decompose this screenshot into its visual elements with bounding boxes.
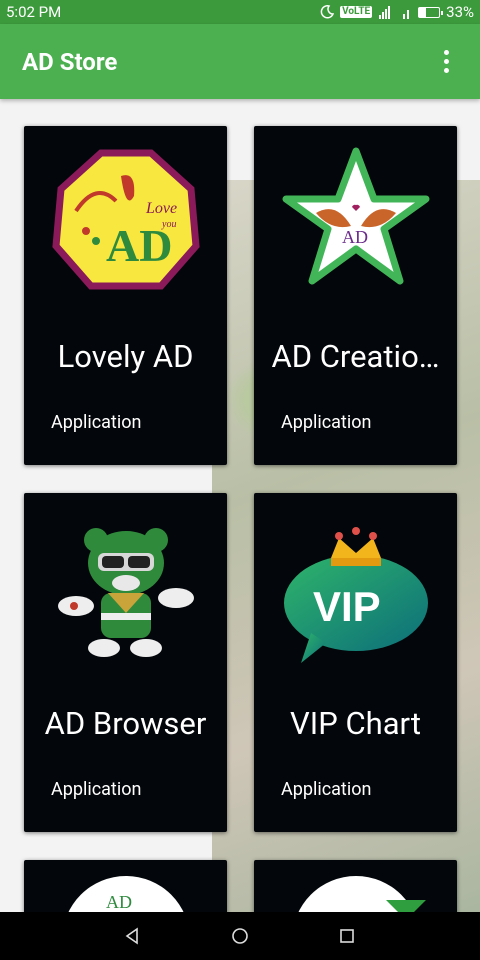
- recents-button[interactable]: [327, 916, 367, 956]
- recents-icon: [339, 929, 354, 943]
- app-card-ad-browser[interactable]: AD Browser Application: [24, 493, 227, 832]
- ad-browser-logo: [24, 493, 227, 683]
- moon-icon: [320, 5, 335, 19]
- status-time: 5:02 PM: [6, 3, 62, 21]
- battery-icon: [418, 6, 444, 18]
- svg-text:you: you: [161, 219, 176, 230]
- battery-percent: 33%: [446, 3, 474, 21]
- card-title: Lovely AD: [57, 338, 194, 375]
- svg-text:AD: AD: [342, 227, 368, 247]
- status-icons: VoLTE 33%: [320, 3, 474, 21]
- card-title: AD Creatio…: [271, 338, 440, 375]
- home-button[interactable]: [220, 916, 260, 956]
- card-title: AD Browser: [44, 705, 207, 742]
- home-icon: [232, 928, 248, 944]
- overflow-menu-icon[interactable]: [434, 47, 458, 77]
- app-title: AD Store: [22, 47, 118, 76]
- ad-creation-logo: AD: [254, 126, 457, 316]
- app-bar: AD Store: [0, 24, 480, 99]
- status-bar: 5:02 PM VoLTE 33%: [0, 0, 480, 24]
- volte-badge: VoLTE: [340, 6, 373, 18]
- lovely-ad-logo: AD Love you: [24, 126, 227, 316]
- signal-lte-icon: [379, 6, 391, 19]
- signal-icon: [403, 10, 410, 19]
- card-subtitle: Application: [281, 779, 372, 800]
- back-button[interactable]: [113, 916, 153, 956]
- svg-text:VIP: VIP: [313, 583, 381, 630]
- svg-text:Love: Love: [145, 200, 177, 217]
- card-subtitle: Application: [51, 412, 142, 433]
- battery-level: [419, 7, 426, 17]
- app-card-vip-chart[interactable]: VIP VIP Chart Application: [254, 493, 457, 832]
- navigation-bar: [0, 912, 480, 960]
- back-icon: [125, 927, 139, 945]
- card-subtitle: Application: [51, 779, 142, 800]
- app-card-lovely-ad[interactable]: AD Love you Lovely AD Application: [24, 126, 227, 465]
- card-subtitle: Application: [281, 412, 372, 433]
- vip-chart-logo: VIP: [254, 493, 457, 683]
- card-title: VIP Chart: [290, 705, 421, 742]
- app-card-ad-creation[interactable]: AD AD Creatio… Application: [254, 126, 457, 465]
- svg-text:AD: AD: [106, 892, 132, 912]
